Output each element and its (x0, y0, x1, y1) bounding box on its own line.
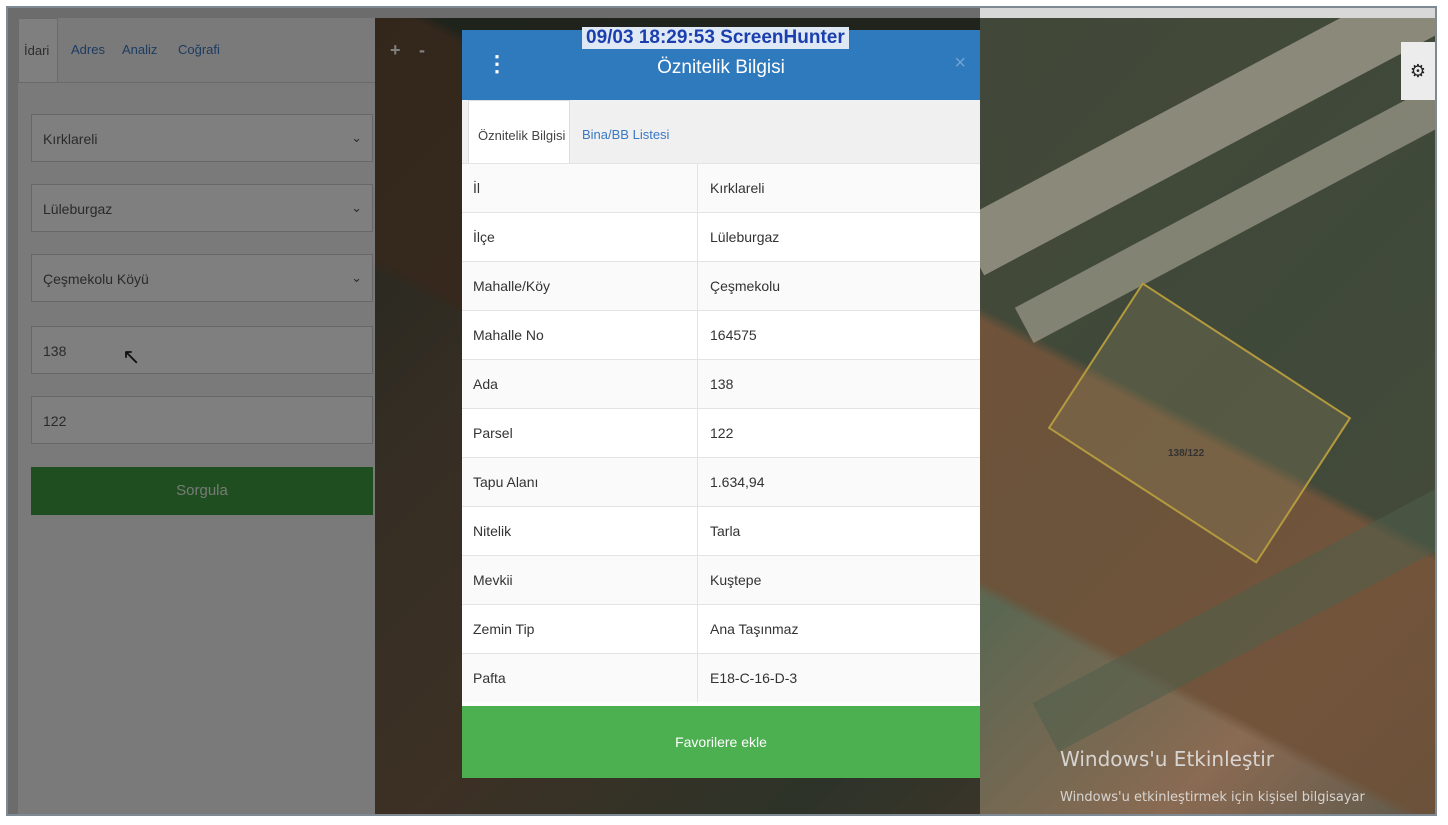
attribute-value: Lüleburgaz (697, 212, 980, 262)
dialog-title: Öznitelik Bilgisi (657, 57, 785, 78)
attribute-key: Mahalle No (462, 310, 698, 360)
attribute-key: Parsel (462, 408, 698, 458)
tab-attribute-info[interactable]: Öznitelik Bilgisi (468, 100, 570, 163)
attribute-key: Zemin Tip (462, 604, 698, 654)
close-icon[interactable]: × (954, 52, 966, 75)
attribute-value: E18-C-16-D-3 (697, 653, 980, 702)
attribute-key: İlçe (462, 212, 698, 262)
attribute-value: 1.634,94 (697, 457, 980, 507)
attribute-value: Ana Taşınmaz (697, 604, 980, 654)
table-row: Nitelik Tarla (462, 506, 980, 556)
table-row: Parsel 122 (462, 408, 980, 458)
attribute-key: Pafta (462, 653, 698, 702)
attribute-value: Kuştepe (697, 555, 980, 605)
table-row: Pafta E18-C-16-D-3 (462, 653, 980, 702)
activation-watermark-subtitle: Windows'u etkinleştirmek için kişisel bi… (1060, 790, 1365, 805)
attribute-value: 122 (697, 408, 980, 458)
gear-icon: ⚙ (1409, 61, 1427, 81)
attribute-key: Mevkii (462, 555, 698, 605)
attribute-value: 164575 (697, 310, 980, 360)
parcel-label: 138/122 (1168, 448, 1205, 459)
attribute-value: Kırklareli (697, 163, 980, 213)
attribute-value: Çeşmekolu (697, 261, 980, 311)
add-to-favorites-button[interactable]: Favorilere ekle (462, 706, 980, 778)
attribute-key: Tapu Alanı (462, 457, 698, 507)
dialog-tabs: Öznitelik Bilgisi Bina/BB Listesi (462, 100, 980, 164)
table-row: Ada 138 (462, 359, 980, 409)
table-row: Mevkii Kuştepe (462, 555, 980, 605)
table-row: İlçe Lüleburgaz (462, 212, 980, 262)
attribute-key: Mahalle/Köy (462, 261, 698, 311)
activation-watermark-title: Windows'u Etkinleştir (1060, 747, 1275, 771)
table-row: Mahalle/Köy Çeşmekolu (462, 261, 980, 311)
settings-button[interactable]: ⚙ (1401, 42, 1435, 100)
table-row: Zemin Tip Ana Taşınmaz (462, 604, 980, 654)
tab-building-list[interactable]: Bina/BB Listesi (582, 100, 669, 163)
table-row: Tapu Alanı 1.634,94 (462, 457, 980, 507)
attribute-info-dialog: ⋮ Öznitelik Bilgisi × Öznitelik Bilgisi … (462, 30, 980, 778)
table-row: İl Kırklareli (462, 163, 980, 213)
attribute-key: İl (462, 163, 698, 213)
table-row: Mahalle No 164575 (462, 310, 980, 360)
attribute-value: 138 (697, 359, 980, 409)
screenhunter-timestamp: 09/03 18:29:53 ScreenHunter (582, 27, 849, 49)
attribute-key: Ada (462, 359, 698, 409)
parcel-outline[interactable] (1047, 282, 1352, 564)
attribute-value: Tarla (697, 506, 980, 556)
attribute-key: Nitelik (462, 506, 698, 556)
attribute-table: İl Kırklareli İlçe Lüleburgaz Mahalle/Köy Çeş… (462, 163, 980, 702)
